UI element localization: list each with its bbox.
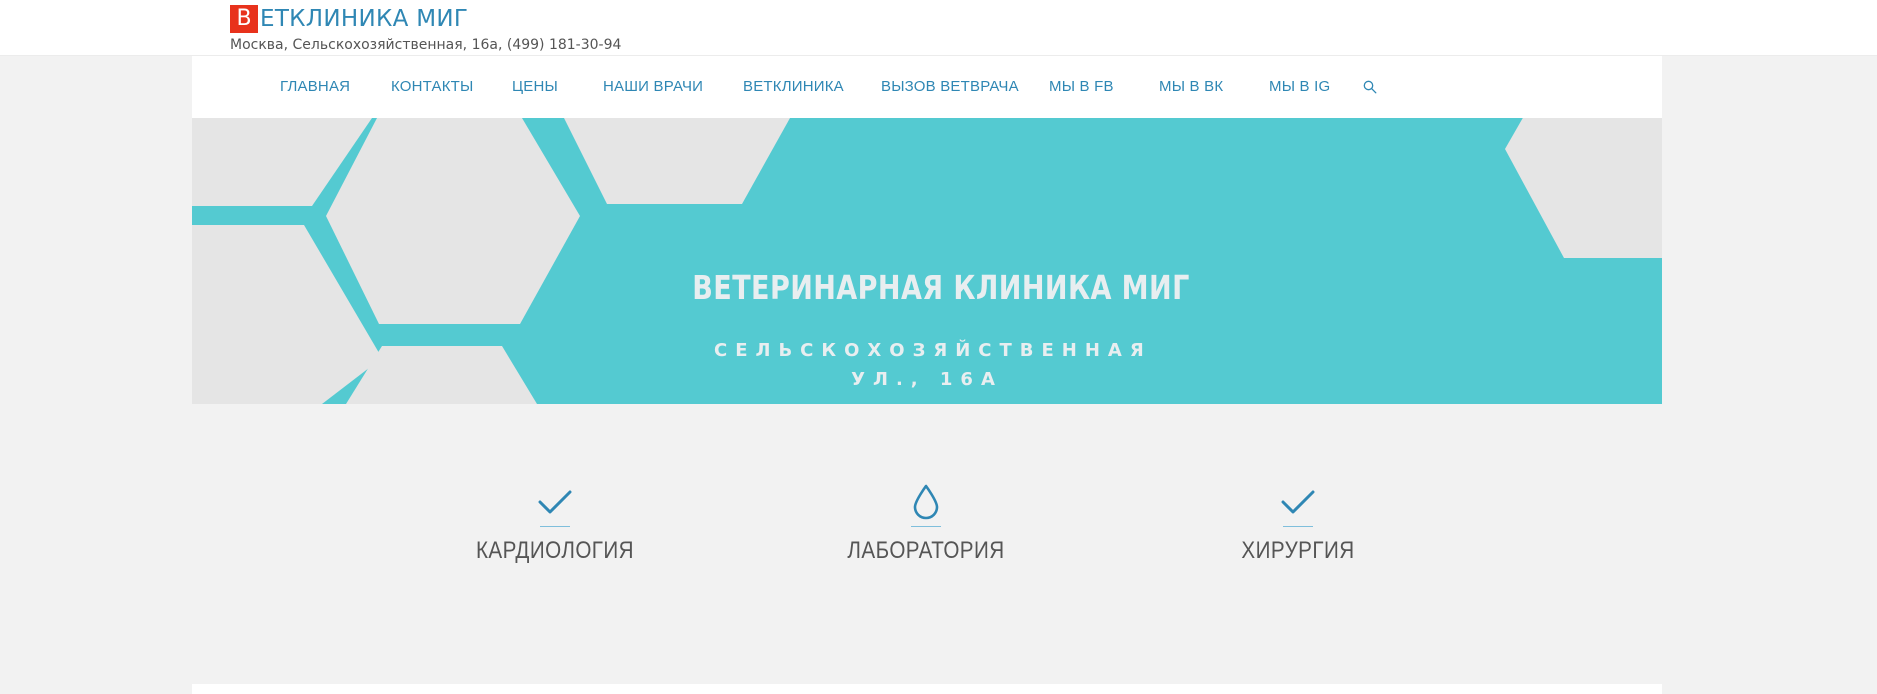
hero-subtitle: СЕЛЬСКОХОЗЯЙСТВЕННАЯ УЛ., 16А	[714, 336, 1152, 394]
nav-item-clinic[interactable]: ВЕТКЛИНИКА	[743, 56, 844, 118]
nav-item-fb[interactable]: МЫ В FB	[1049, 56, 1114, 118]
feature-label: КАРДИОЛОГИЯ	[475, 537, 635, 564]
search-icon[interactable]	[1363, 80, 1377, 94]
drop-icon	[913, 484, 939, 520]
nav-item-home[interactable]: ГЛАВНАЯ	[280, 56, 350, 118]
feature-separator	[911, 526, 941, 527]
nav-item-vet-call[interactable]: ВЫЗОВ ВЕТВРАЧА	[881, 56, 1019, 118]
main-navigation: ГЛАВНАЯ КОНТАКТЫ ЦЕНЫ НАШИ ВРАЧИ ВЕТКЛИН…	[192, 56, 1662, 118]
nav-item-prices[interactable]: ЦЕНЫ	[512, 56, 558, 118]
feature-cardiology[interactable]: КАРДИОЛОГИЯ	[455, 484, 655, 565]
nav-item-vk[interactable]: МЫ В ВК	[1159, 56, 1223, 118]
site-logo[interactable]: В ЕТКЛИНИКА МИГ	[230, 5, 468, 33]
logo-badge: В	[230, 5, 258, 33]
nav-item-doctors[interactable]: НАШИ ВРАЧИ	[603, 56, 703, 118]
check-icon	[538, 490, 572, 514]
site-header: В ЕТКЛИНИКА МИГ Москва, Сельскохозяйстве…	[0, 0, 1877, 59]
logo-text: ЕТКЛИНИКА МИГ	[260, 6, 469, 32]
feature-label: ЛАБОРАТОРИЯ	[847, 537, 1005, 564]
nav-item-ig[interactable]: МЫ В IG	[1269, 56, 1330, 118]
hero-subtitle-line1: СЕЛЬСКОХОЗЯЙСТВЕННАЯ	[714, 340, 1152, 361]
feature-separator	[540, 526, 570, 527]
feature-label: ХИРУРГИЯ	[1241, 537, 1355, 564]
site-address: Москва, Сельскохозяйственная, 16а, (499)…	[230, 37, 622, 53]
feature-separator	[1283, 526, 1313, 527]
hero-banner: ВЕТЕРИНАРНАЯ КЛИНИКА МИГ СЕЛЬСКОХОЗЯЙСТВ…	[192, 118, 1662, 404]
hero-title: ВЕТЕРИНАРНАЯ КЛИНИКА МИГ	[692, 268, 1190, 307]
feature-surgery[interactable]: ХИРУРГИЯ	[1198, 484, 1398, 565]
check-icon	[1281, 490, 1315, 514]
nav-item-contacts[interactable]: КОНТАКТЫ	[391, 56, 474, 118]
feature-laboratory[interactable]: ЛАБОРАТОРИЯ	[826, 484, 1026, 565]
features-section: КАРДИОЛОГИЯ ЛАБОРАТОРИЯ ХИРУРГИЯ	[0, 404, 1877, 684]
hero-subtitle-line2: УЛ., 16А	[851, 369, 1003, 390]
content-panel	[192, 684, 1662, 694]
